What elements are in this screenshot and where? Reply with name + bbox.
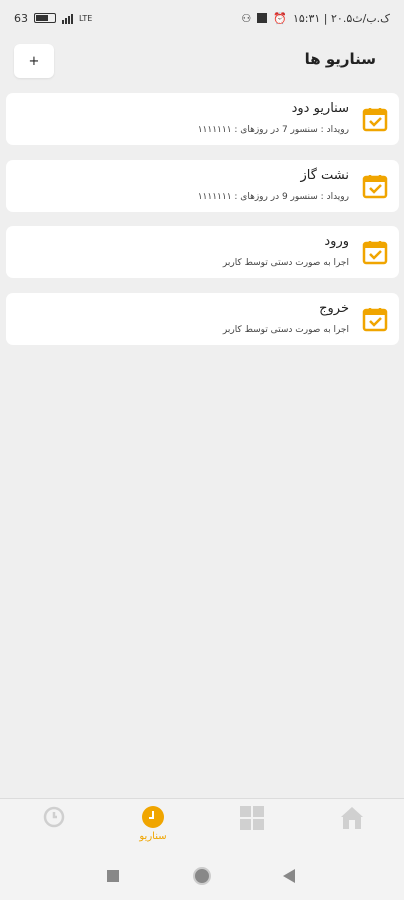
network-text: LTE (79, 13, 93, 23)
page-title: سناریو ها (304, 50, 376, 68)
scenario-card[interactable]: خروج اجرا به صورت دستی توسط کاربر (6, 293, 399, 345)
nav-scenario-label: سناریو (139, 831, 167, 842)
scenario-subtitle: اجرا به صورت دستی توسط کاربر (222, 325, 349, 335)
back-button[interactable] (282, 868, 296, 888)
calendar-icon (362, 308, 388, 332)
circle-icon (193, 867, 211, 885)
scenario-card[interactable]: نشت گاز رویداد : سنسور 9 در روزهای : ۱۱۱۱… (6, 160, 399, 212)
dashboard-icon (240, 806, 264, 830)
scenario-subtitle: اجرا به صورت دستی توسط کاربر (222, 258, 349, 268)
notification-icon (257, 13, 268, 23)
bluetooth-icon: ⚇ (241, 11, 252, 25)
nav-settings[interactable] (24, 805, 84, 851)
header: + سناریو ها (0, 36, 404, 86)
scenario-title: ورود (324, 234, 349, 249)
recent-apps-button[interactable] (106, 868, 120, 887)
calendar-icon (362, 175, 388, 199)
scenario-subtitle: رویداد : سنسور 9 در روزهای : ۱۱۱۱۱۱۱ (197, 192, 349, 202)
bottom-nav: سناریو (0, 798, 404, 855)
system-nav-bar (0, 854, 404, 900)
home-icon (341, 807, 363, 829)
calendar-icon (362, 108, 388, 132)
add-scenario-button[interactable]: + (14, 44, 54, 78)
status-bar: 63 LTE ⚇ ⏰ ۱۵:۳۱ | ۲۰.۵ک.ب/ث (0, 0, 404, 36)
nav-dashboard[interactable] (222, 805, 282, 851)
status-right: ⚇ ⏰ ۱۵:۳۱ | ۲۰.۵ک.ب/ث (241, 12, 390, 25)
scenario-title: خروج (319, 301, 349, 316)
scenario-title: سناریو دود (291, 101, 349, 116)
scenario-card[interactable]: ورود اجرا به صورت دستی توسط کاربر (6, 226, 399, 278)
nav-home[interactable] (322, 805, 382, 851)
scenario-title: نشت گاز (300, 168, 349, 183)
calendar-icon (362, 241, 388, 265)
status-time: ۱۵:۳۱ | ۲۰.۵ک.ب/ث (292, 11, 390, 25)
settings-icon (43, 806, 65, 828)
signal-icon (62, 13, 73, 24)
home-system-button[interactable] (192, 866, 212, 890)
scenario-card[interactable]: سناریو دود رویداد : سنسور 7 در روزهای : ۱… (6, 93, 399, 145)
battery-text: 63 (14, 11, 28, 25)
battery-icon (34, 13, 56, 23)
alarm-icon: ⏰ (273, 11, 287, 25)
square-icon (107, 870, 119, 882)
status-left: 63 LTE (14, 12, 92, 25)
nav-scenario[interactable]: سناریو (123, 805, 183, 851)
back-triangle-icon (283, 869, 295, 883)
scenario-icon (142, 806, 164, 828)
scenario-subtitle: رویداد : سنسور 7 در روزهای : ۱۱۱۱۱۱۱ (197, 125, 349, 135)
